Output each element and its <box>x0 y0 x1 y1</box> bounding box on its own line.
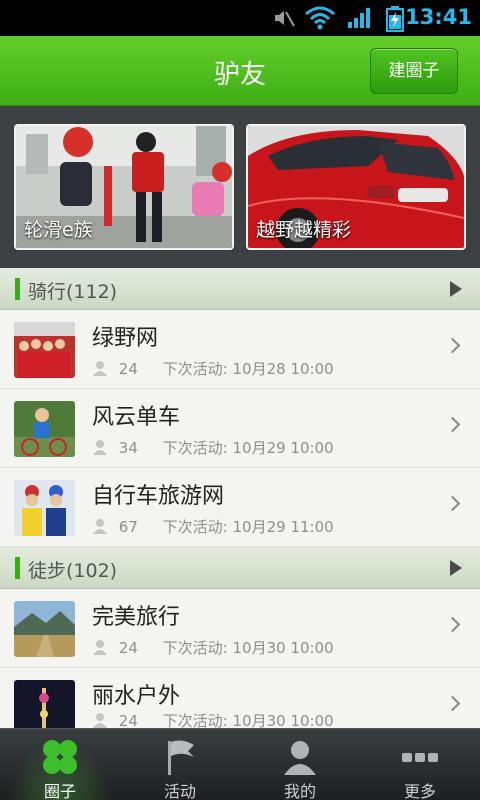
next-activity-time: 10月29 10:00 <box>232 439 334 457</box>
clover-icon <box>43 740 77 774</box>
group-thumbnail <box>14 480 75 536</box>
group-thumbnail <box>14 322 75 378</box>
banner-card-offroad[interactable]: 越野越精彩 <box>246 124 466 250</box>
create-circle-button[interactable]: 建圈子 <box>370 48 458 94</box>
featured-banner: 轮滑e族 越野越精彩 <box>0 106 480 268</box>
next-activity-label: 下次活动: <box>162 518 228 536</box>
group-name: 丽水户外 <box>92 684 181 709</box>
tab-label: 更多 <box>403 782 436 800</box>
member-count: 24 <box>118 712 138 728</box>
member-icon <box>93 361 107 376</box>
signal-icon <box>348 8 370 28</box>
battery-charging-icon <box>386 6 404 32</box>
tab-activities[interactable]: 活动 <box>120 729 240 800</box>
flag-icon <box>168 740 194 775</box>
person-icon <box>284 741 316 775</box>
group-meta: 24 下次活动: 10月28 10:00 <box>92 358 334 379</box>
next-activity-time: 10月30 10:00 <box>232 712 334 728</box>
member-icon <box>93 519 107 534</box>
next-activity-label: 下次活动: <box>162 439 228 457</box>
bottom-tab-bar: 圈子 活动 我的 更多 <box>0 728 480 800</box>
group-thumbnail <box>14 680 75 728</box>
list-item[interactable]: 完美旅行 24 下次活动: 10月30 10:00 <box>0 589 480 668</box>
member-count: 34 <box>118 439 138 457</box>
expand-arrow-icon <box>450 281 462 297</box>
clock: 13:41 <box>405 5 472 29</box>
member-count: 24 <box>118 639 138 657</box>
next-activity-label: 下次活动: <box>162 360 228 378</box>
tab-label: 圈子 <box>43 782 76 800</box>
group-meta: 34 下次活动: 10月29 10:00 <box>92 437 334 458</box>
tab-label: 活动 <box>163 782 196 800</box>
group-thumbnail <box>14 401 75 457</box>
tab-more[interactable]: 更多 <box>360 729 480 800</box>
circle-list: 骑行(112) 绿野网 24 下次活动: 10月28 10:00 风云单车 34… <box>0 268 480 728</box>
list-item[interactable]: 风云单车 34 下次活动: 10月29 10:00 <box>0 389 480 468</box>
tab-mine[interactable]: 我的 <box>240 729 360 800</box>
chevron-right-icon <box>444 616 461 633</box>
next-activity-time: 10月30 10:00 <box>232 639 334 657</box>
chevron-right-icon <box>444 495 461 512</box>
banner-caption: 越野越精彩 <box>256 219 352 241</box>
section-title: 骑行(112) <box>28 281 118 303</box>
mute-icon <box>275 11 295 27</box>
banner-card-skating[interactable]: 轮滑e族 <box>14 124 234 250</box>
member-icon <box>93 440 107 455</box>
more-dots-icon <box>402 753 438 762</box>
member-icon <box>93 640 107 655</box>
next-activity-label: 下次活动: <box>162 639 228 657</box>
section-title: 徒步(102) <box>28 560 118 582</box>
wifi-icon <box>305 6 335 30</box>
banner-caption: 轮滑e族 <box>24 219 93 241</box>
section-header-cycling[interactable]: 骑行(112) <box>0 268 480 310</box>
member-count: 67 <box>118 518 138 536</box>
group-name: 自行车旅游网 <box>92 484 225 509</box>
next-activity-time: 10月28 10:00 <box>232 360 334 378</box>
list-item[interactable]: 自行车旅游网 67 下次活动: 10月29 11:00 <box>0 468 480 547</box>
group-meta: 24 下次活动: 10月30 10:00 <box>92 637 334 658</box>
group-name: 完美旅行 <box>92 605 181 630</box>
list-item[interactable]: 绿野网 24 下次活动: 10月28 10:00 <box>0 310 480 389</box>
group-meta: 67 下次活动: 10月29 11:00 <box>92 516 334 537</box>
section-accent <box>15 278 20 300</box>
status-bar: 13:41 <box>0 0 480 36</box>
section-header-hiking[interactable]: 徒步(102) <box>0 547 480 589</box>
tab-circles[interactable]: 圈子 <box>0 729 120 800</box>
chevron-right-icon <box>444 337 461 354</box>
member-icon <box>93 713 107 728</box>
group-name: 风云单车 <box>92 405 181 430</box>
group-meta: 24 下次活动: 10月30 10:00 <box>92 710 334 728</box>
next-activity-label: 下次活动: <box>162 712 228 728</box>
group-thumbnail <box>14 601 75 657</box>
next-activity-time: 10月29 11:00 <box>232 518 334 536</box>
chevron-right-icon <box>444 695 461 712</box>
member-count: 24 <box>118 360 138 378</box>
list-item[interactable]: 丽水户外 24 下次活动: 10月30 10:00 <box>0 668 480 728</box>
section-accent <box>15 557 20 579</box>
tab-label: 我的 <box>283 782 316 800</box>
group-name: 绿野网 <box>92 326 159 351</box>
expand-arrow-icon <box>450 560 462 576</box>
chevron-right-icon <box>444 416 461 433</box>
app-header: 驴友 建圈子 <box>0 36 480 106</box>
